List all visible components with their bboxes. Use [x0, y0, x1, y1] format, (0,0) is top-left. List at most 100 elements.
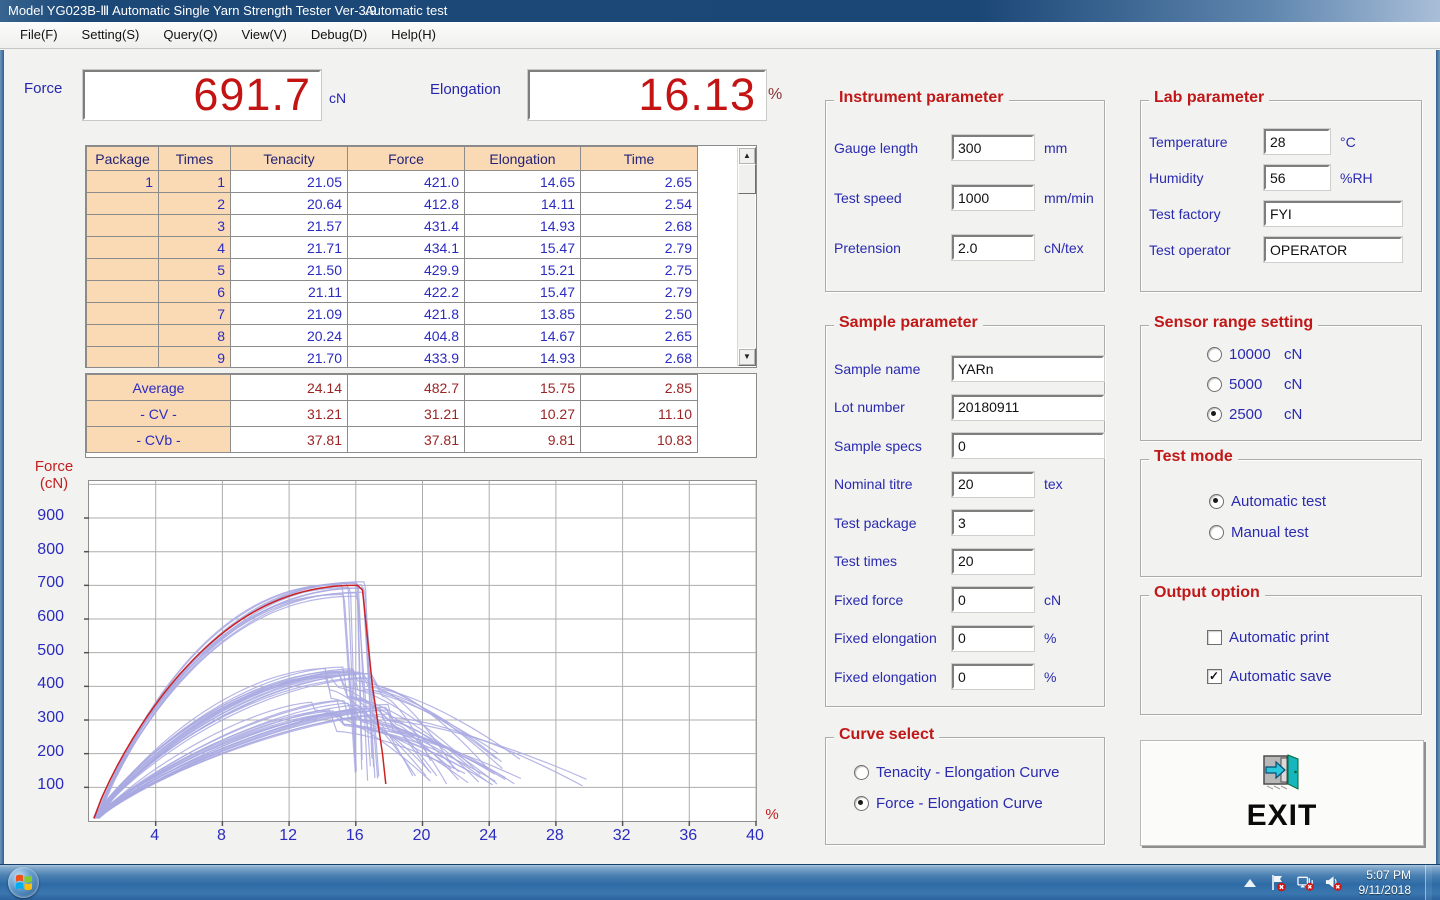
menu-item-query-q[interactable]: Query(Q)	[151, 22, 229, 48]
cell-force: 433.9	[348, 347, 465, 369]
table-row[interactable]: 621.11422.215.472.79	[87, 281, 698, 303]
sample-specs-input[interactable]	[952, 433, 1104, 458]
table-row[interactable]: 521.50429.915.212.75	[87, 259, 698, 281]
table-row[interactable]: 721.09421.813.852.50	[87, 303, 698, 325]
humidity-input[interactable]	[1264, 165, 1330, 190]
cell-times: 4	[159, 237, 231, 259]
table-row[interactable]: 220.64412.814.112.54	[87, 193, 698, 215]
cell-times: 3	[159, 215, 231, 237]
scroll-down-icon[interactable]: ▼	[738, 348, 756, 366]
test-speed-label: Test speed	[834, 190, 952, 206]
menu-item-help-h[interactable]: Help(H)	[379, 22, 448, 48]
radio-icon[interactable]	[1207, 347, 1222, 362]
summary-value: 10.27	[465, 401, 581, 427]
y-tick-100: 100	[18, 776, 64, 794]
test-times-input[interactable]	[952, 549, 1034, 574]
cell-time: 2.68	[581, 347, 698, 369]
y-tick-700: 700	[18, 574, 64, 592]
checkbox-option-automatic-print[interactable]: Automatic print	[1207, 629, 1421, 646]
cell-times: 7	[159, 303, 231, 325]
show-desktop-button[interactable]	[1425, 865, 1432, 900]
fixed-elongation-2-input[interactable]	[952, 664, 1034, 689]
network-error-icon[interactable]	[1297, 874, 1315, 892]
radio-icon[interactable]	[1207, 377, 1222, 392]
cell-times: 9	[159, 347, 231, 369]
checkbox-option-automatic-save[interactable]: Automatic save	[1207, 668, 1421, 685]
force-display: 691.7	[83, 70, 321, 120]
radio-icon[interactable]	[1209, 494, 1224, 509]
fixed-force-input[interactable]	[952, 587, 1034, 612]
summary-value: 37.81	[231, 427, 348, 453]
lab-parameter-group: Lab parameter Temperature°CHumidity%RHTe…	[1140, 100, 1422, 292]
scrollbar-thumb[interactable]	[738, 164, 756, 194]
cell-tenacity: 21.05	[231, 171, 348, 193]
field-row-test-times: Test times	[826, 549, 1104, 574]
gauge-length-input[interactable]	[952, 135, 1034, 160]
force-label: Force	[24, 80, 62, 97]
hidden-icons-arrow-icon[interactable]	[1241, 874, 1259, 892]
table-row[interactable]: 820.24404.814.672.65	[87, 325, 698, 347]
cell-tenacity: 21.11	[231, 281, 348, 303]
radio-icon[interactable]	[1207, 407, 1222, 422]
checkbox-icon[interactable]	[1207, 669, 1222, 684]
menu-item-setting-s[interactable]: Setting(S)	[70, 22, 152, 48]
cell-tenacity: 21.09	[231, 303, 348, 325]
radio-option-5000-cn[interactable]: 5000cN	[1207, 376, 1421, 393]
cell-package	[87, 347, 159, 369]
test-factory-input[interactable]	[1264, 201, 1402, 226]
checkbox-label: Automatic print	[1229, 629, 1329, 646]
checkbox-icon[interactable]	[1207, 630, 1222, 645]
radio-option-force-elongation-curve[interactable]: Force - Elongation Curve	[854, 795, 1104, 812]
y-tick-800: 800	[18, 541, 64, 559]
temperature-input[interactable]	[1264, 129, 1330, 154]
action-center-flag-error-icon[interactable]	[1269, 874, 1287, 892]
table-row[interactable]: 921.70433.914.932.68	[87, 347, 698, 369]
summary-value: 482.7	[348, 375, 465, 401]
sensor-range-group: Sensor range setting 10000cN5000cN2500cN	[1140, 325, 1422, 441]
sample-name-input[interactable]	[952, 356, 1104, 381]
temperature-label: Temperature	[1149, 134, 1264, 150]
radio-option-automatic-test[interactable]: Automatic test	[1209, 493, 1421, 510]
menu-bar: File(F)Setting(S)Query(Q)View(V)Debug(D)…	[0, 22, 1440, 49]
summary-value: 11.10	[581, 401, 698, 427]
scroll-up-icon[interactable]: ▲	[738, 147, 756, 165]
cell-force: 429.9	[348, 259, 465, 281]
start-button[interactable]	[8, 867, 39, 898]
col-header-force: Force	[348, 147, 465, 171]
test-speed-input[interactable]	[952, 185, 1034, 210]
summary-value: 10.83	[581, 427, 698, 453]
pretension-input[interactable]	[952, 235, 1034, 260]
radio-icon[interactable]	[854, 765, 869, 780]
radio-option-2500-cn[interactable]: 2500cN	[1207, 406, 1421, 423]
cell-times: 6	[159, 281, 231, 303]
radio-icon[interactable]	[1209, 525, 1224, 540]
field-row-test-speed: Test speedmm/min	[826, 185, 1104, 210]
table-row[interactable]: 321.57431.414.932.68	[87, 215, 698, 237]
menu-item-view-v[interactable]: View(V)	[230, 22, 299, 48]
test-package-input[interactable]	[952, 510, 1034, 535]
clock-time: 5:07 PM	[1359, 868, 1412, 883]
radio-option-10000-cn[interactable]: 10000cN	[1207, 346, 1421, 363]
cell-time: 2.65	[581, 171, 698, 193]
test-mode-title: Test mode	[1149, 448, 1238, 466]
table-row[interactable]: 1121.05421.014.652.65	[87, 171, 698, 193]
results-table-panel: PackageTimesTenacityForceElongationTime1…	[85, 145, 757, 368]
nominal-titre-input[interactable]	[952, 472, 1034, 497]
table-scrollbar[interactable]: ▲ ▼	[737, 147, 755, 366]
lot-number-label: Lot number	[834, 399, 952, 415]
menu-item-file-f[interactable]: File(F)	[8, 22, 70, 48]
taskbar-clock[interactable]: 5:07 PM 9/11/2018	[1359, 868, 1412, 898]
radio-option-manual-test[interactable]: Manual test	[1209, 524, 1421, 541]
lot-number-input[interactable]	[952, 395, 1104, 420]
volume-error-icon[interactable]	[1325, 874, 1343, 892]
radio-icon[interactable]	[854, 796, 869, 811]
fixed-elongation-1-input[interactable]	[952, 626, 1034, 651]
radio-option-tenacity-elongation-curve[interactable]: Tenacity - Elongation Curve	[854, 764, 1104, 781]
x-tick-20: 20	[402, 827, 442, 845]
table-row[interactable]: 421.71434.115.472.79	[87, 237, 698, 259]
cell-elongation: 15.47	[465, 281, 581, 303]
exit-button[interactable]: EXIT	[1140, 740, 1424, 846]
test-operator-input[interactable]	[1264, 237, 1402, 262]
menu-item-debug-d[interactable]: Debug(D)	[299, 22, 379, 48]
elongation-unit: %	[768, 86, 782, 104]
